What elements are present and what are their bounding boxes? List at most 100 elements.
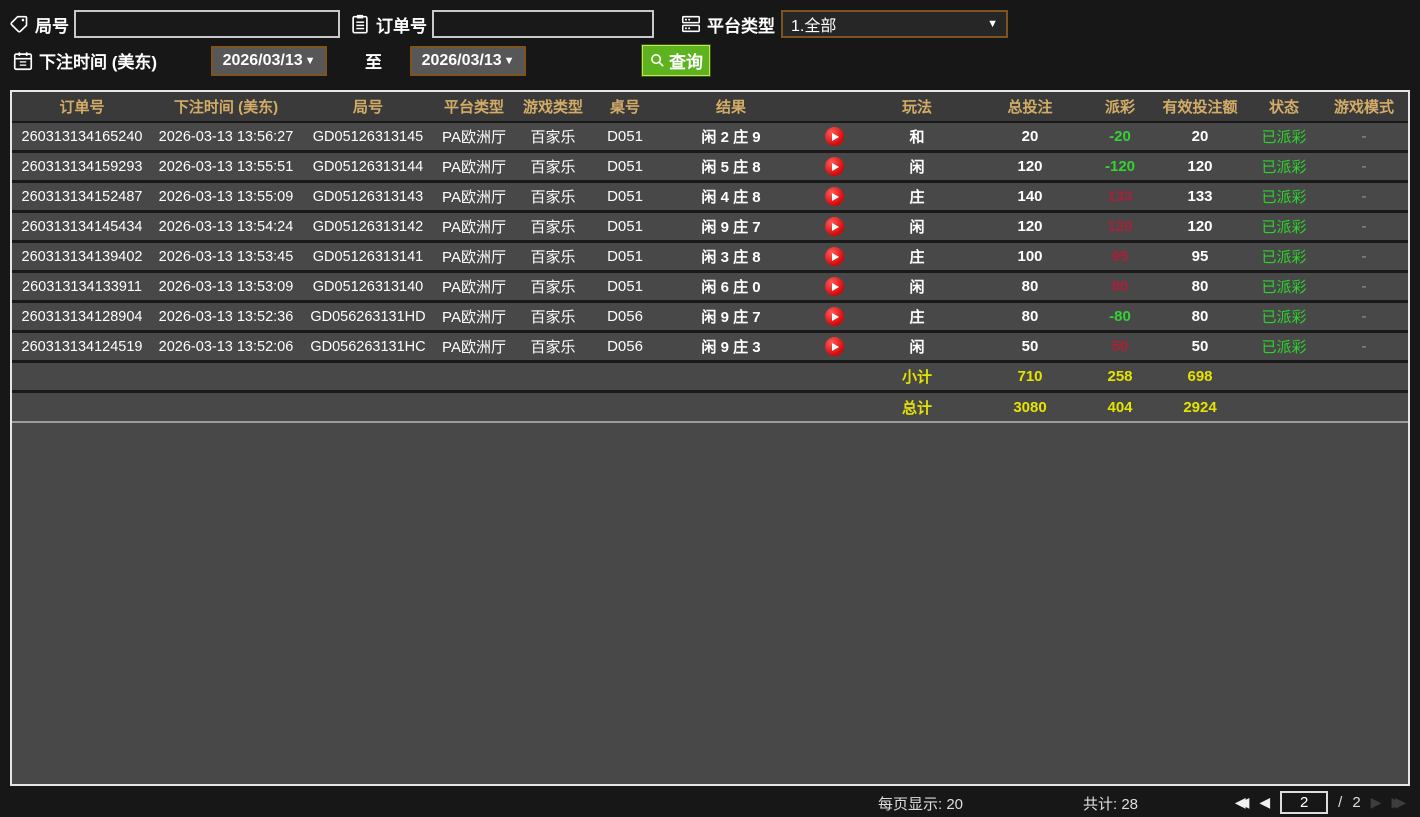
date-to-select[interactable]: 2026/03/13 ▼	[410, 45, 527, 76]
game-no-cell: GD05126313142	[312, 218, 424, 235]
game-no-label-group: 局号	[8, 12, 69, 37]
col-header-mode: 游戏模式	[1333, 99, 1394, 116]
result-cell: 闲 2 庄 9	[701, 129, 761, 146]
bet-time-cell: 2026-03-13 13:53:09	[158, 278, 294, 295]
order-no-cell: 260313134165240	[21, 128, 143, 145]
result-cell: 闲 9 庄 7	[701, 219, 761, 236]
col-header-status: 状态	[1268, 99, 1299, 116]
total-pages-label: 2	[1352, 793, 1361, 811]
result-cell: 闲 5 庄 8	[701, 159, 761, 176]
payout-cell: -20	[1109, 128, 1131, 145]
page-input[interactable]	[1280, 790, 1329, 814]
replay-play-icon[interactable]	[824, 217, 844, 236]
table-body: 260313134165240 2026-03-13 13:56:27 GD05…	[12, 123, 1408, 363]
game-no-cell: GD05126313140	[312, 278, 424, 295]
next-page-button[interactable]: ▶	[1371, 790, 1382, 814]
result-cell: 闲 9 庄 7	[701, 309, 761, 326]
valid-bet-cell: 95	[1191, 248, 1209, 265]
order-no-cell: 260313134128904	[21, 308, 143, 325]
calendar-icon	[12, 50, 34, 72]
prev-page-button[interactable]: ◀	[1259, 790, 1270, 814]
platform-select[interactable]: 1.全部 ▼	[781, 10, 1008, 38]
pagination-controls: ◀◀ ◀ / 2 ▶ ▶▶	[1235, 790, 1406, 814]
table-row: 260313134139402 2026-03-13 13:53:45 GD05…	[12, 243, 1408, 273]
server-icon	[680, 13, 702, 35]
date-from-value: 2026/03/13	[222, 51, 303, 69]
game-mode-cell: -	[1361, 248, 1367, 265]
payout-cell: 120	[1107, 218, 1133, 235]
search-button[interactable]: 查询	[642, 45, 711, 76]
status-badge: 已派彩	[1261, 249, 1307, 266]
payout-cell: 95	[1111, 248, 1129, 265]
search-button-label: 查询	[669, 53, 704, 72]
replay-play-icon[interactable]	[824, 187, 844, 206]
chevron-down-icon: ▼	[304, 54, 316, 67]
date-from-select[interactable]: 2026/03/13 ▼	[211, 45, 328, 76]
table-empty-area	[12, 423, 1408, 784]
total-bet-cell: 100	[1017, 248, 1043, 265]
replay-play-icon[interactable]	[824, 247, 844, 266]
result-cell: 闲 6 庄 0	[701, 279, 761, 296]
table-row: 260313134133911 2026-03-13 13:53:09 GD05…	[12, 273, 1408, 303]
last-page-button[interactable]: ▶▶	[1391, 790, 1406, 814]
to-label: 至	[365, 53, 383, 72]
subtotal-payout: 258	[1107, 368, 1133, 385]
first-page-button[interactable]: ◀◀	[1235, 790, 1250, 814]
total-count-label: 共计: 28	[1083, 796, 1139, 813]
status-badge: 已派彩	[1261, 129, 1307, 146]
game-no-cell: GD05126313141	[312, 248, 424, 265]
total-label: 总计	[901, 399, 932, 417]
game-no-cell: GD05126313144	[312, 158, 424, 175]
order-no-cell: 260313134159293	[21, 158, 143, 175]
replay-play-icon[interactable]	[824, 157, 844, 176]
order-no-input[interactable]	[432, 10, 654, 38]
order-no-cell: 260313134133911	[22, 278, 142, 295]
bet-time-cell: 2026-03-13 13:54:24	[158, 218, 294, 235]
chevron-down-icon: ▼	[503, 54, 515, 67]
game-mode-cell: -	[1361, 188, 1367, 205]
play-type-cell: 庄	[909, 249, 925, 266]
platform-label: 平台类型	[707, 16, 775, 36]
total-bet-cell: 120	[1017, 158, 1043, 175]
date-to-value: 2026/03/13	[421, 51, 502, 69]
total-row: 总计 3080 404 2924	[12, 393, 1408, 423]
total-bet-cell: 50	[1021, 338, 1039, 355]
records-table: 订单号 下注时间 (美东) 局号 平台类型 游戏类型 桌号 结果 玩法 总投注 …	[10, 90, 1410, 786]
table-no-cell: D051	[607, 188, 643, 205]
game-mode-cell: -	[1361, 128, 1367, 145]
col-header-game-no: 局号	[352, 99, 383, 116]
status-badge: 已派彩	[1261, 279, 1307, 296]
col-header-valid-bet: 有效投注额	[1162, 99, 1238, 116]
replay-play-icon[interactable]	[824, 127, 844, 146]
bet-time-cell: 2026-03-13 13:53:45	[158, 248, 294, 265]
bet-time-cell: 2026-03-13 13:56:27	[158, 128, 294, 145]
replay-cell	[806, 187, 862, 206]
col-header-result: 结果	[715, 99, 746, 116]
replay-play-icon[interactable]	[824, 277, 844, 296]
valid-bet-cell: 50	[1191, 338, 1209, 355]
game-no-input[interactable]	[74, 10, 340, 38]
game-no-label: 局号	[35, 16, 69, 36]
platform-cell: PA欧洲厅	[442, 339, 506, 356]
replay-play-icon[interactable]	[824, 337, 844, 356]
filter-bar: 局号 订单号 平台类型 1.全部 ▼ 下注时间 (美东) 2026/03/13 …	[0, 0, 1420, 90]
game-mode-cell: -	[1361, 308, 1367, 325]
order-no-cell: 260313134124519	[21, 338, 143, 355]
replay-cell	[806, 157, 862, 176]
platform-select-value: 1.全部	[791, 18, 837, 35]
total-bet-cell: 80	[1021, 278, 1039, 295]
order-no-cell: 260313134139402	[21, 248, 143, 265]
bet-time-cell: 2026-03-13 13:55:51	[158, 158, 294, 175]
replay-play-icon[interactable]	[824, 307, 844, 326]
table-no-cell: D056	[607, 338, 643, 355]
valid-bet-cell: 120	[1187, 158, 1213, 175]
replay-cell	[806, 307, 862, 326]
status-badge: 已派彩	[1261, 219, 1307, 236]
platform-cell: PA欧洲厅	[442, 309, 506, 326]
status-badge: 已派彩	[1261, 189, 1307, 206]
platform-cell: PA欧洲厅	[442, 219, 506, 236]
bet-time-label-group: 下注时间 (美东)	[12, 48, 157, 73]
tag-icon	[8, 13, 30, 35]
table-row: 260313134128904 2026-03-13 13:52:36 GD05…	[12, 303, 1408, 333]
play-type-cell: 庄	[909, 189, 925, 206]
